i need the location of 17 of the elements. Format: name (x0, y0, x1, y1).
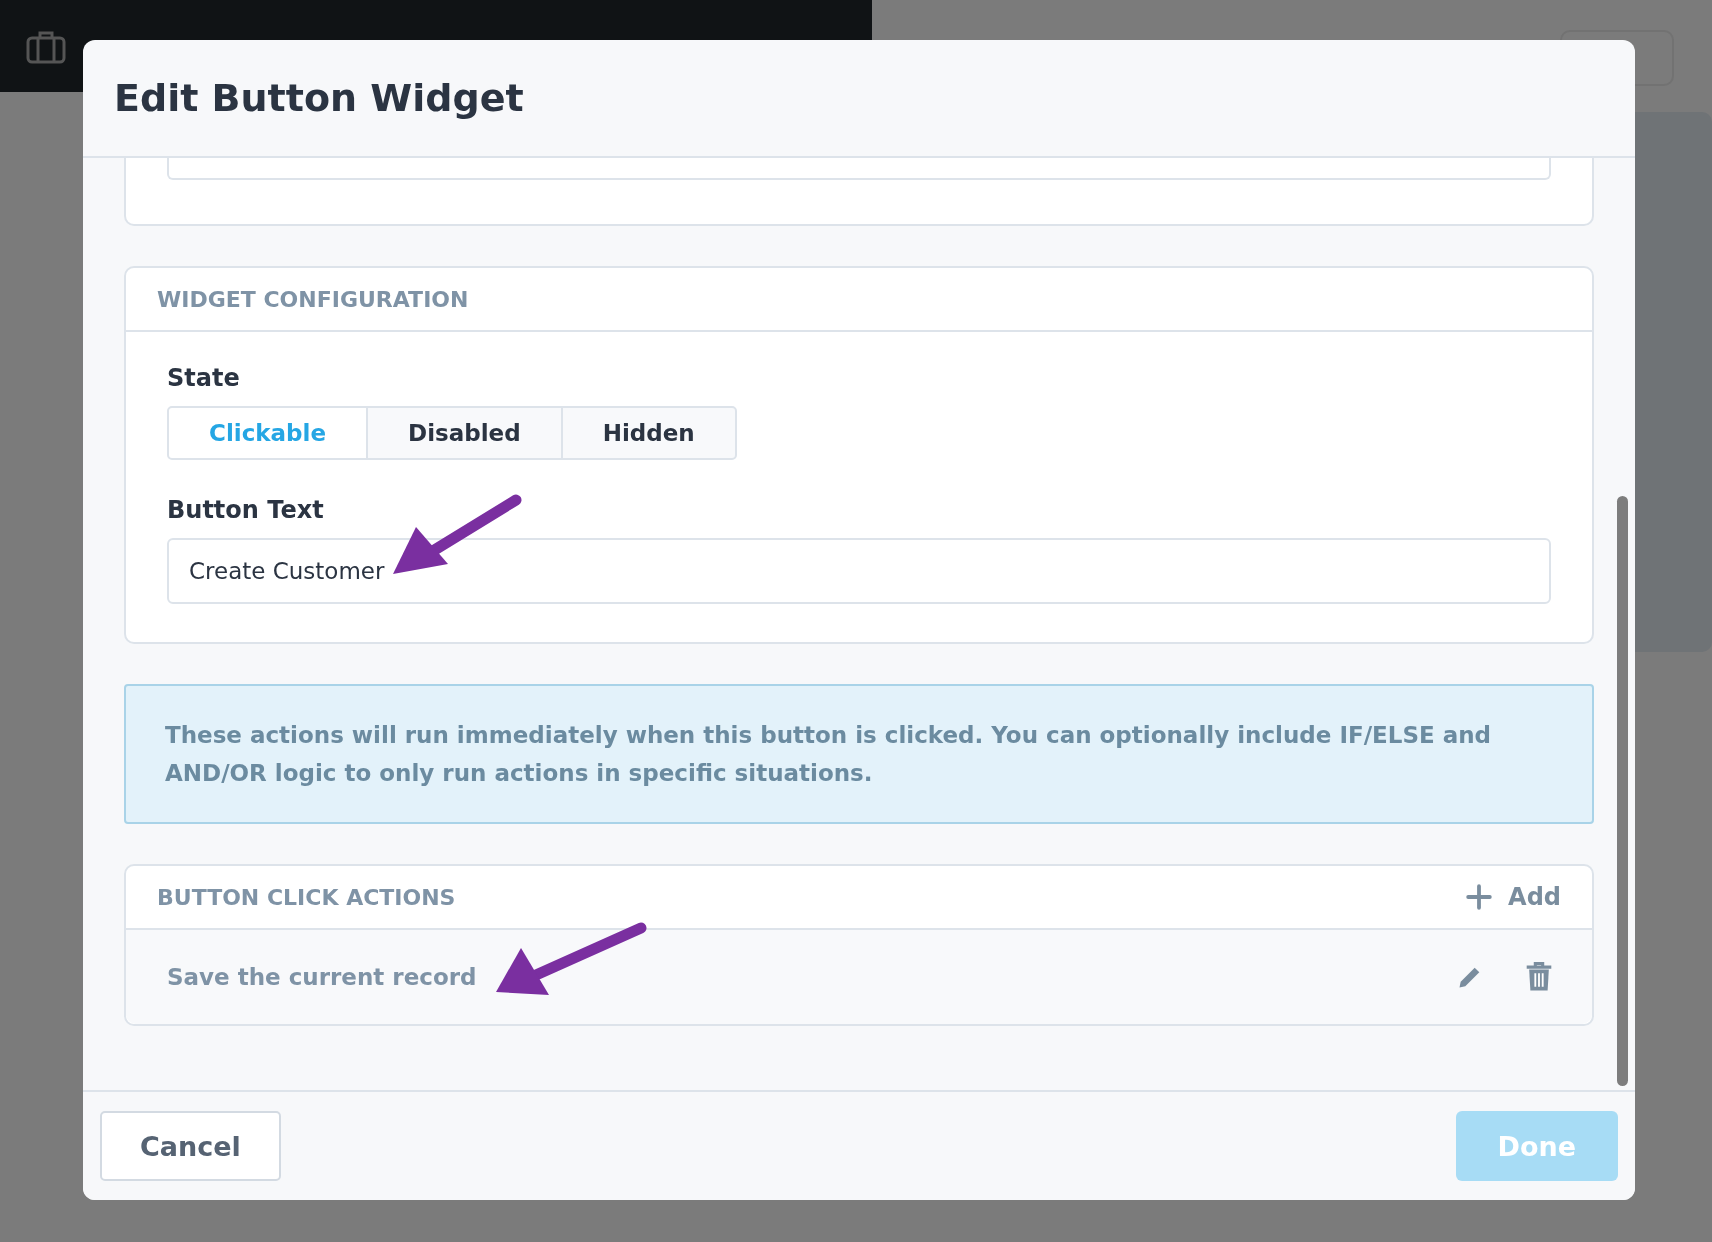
state-option[interactable]: Disabled (366, 406, 563, 460)
text-field[interactable] (167, 158, 1551, 180)
trash-icon[interactable] (1524, 961, 1554, 993)
field-label: Button Text (167, 496, 325, 524)
info-message: These actions will run immediately when this button is clicked. You can optionally include IF/ELSE and AND/OR logic to only run actions in specific situations. (124, 684, 1594, 824)
field-label: State (167, 364, 241, 392)
section-heading: BUTTON CLICK ACTIONS (157, 884, 456, 910)
action-label: Save the current record (167, 964, 477, 990)
text-field[interactable]: Create Customer (167, 538, 1551, 604)
state-option[interactable]: Hidden (560, 406, 737, 460)
scrollbar[interactable] (1617, 496, 1628, 1086)
section-heading: WIDGET CONFIGURATION (157, 286, 469, 312)
add-button[interactable]: Add (1466, 883, 1561, 911)
plus-icon (1466, 884, 1493, 910)
briefcase-icon (26, 30, 66, 64)
cancel-button[interactable]: Cancel (100, 1111, 281, 1181)
dialog-title: Edit Button Widget (114, 76, 524, 120)
